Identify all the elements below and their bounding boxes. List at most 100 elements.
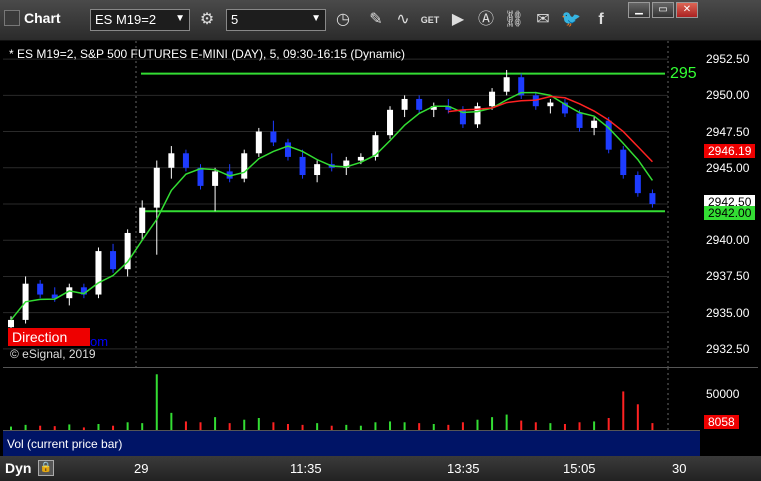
- volume-label: Vol (current price bar): [7, 437, 123, 451]
- candle-body: [182, 153, 189, 168]
- candle-body: [284, 142, 291, 157]
- level-price-tag: 2942.00: [704, 206, 756, 221]
- level-line-label: 295: [670, 65, 697, 82]
- minimize-button[interactable]: ▁: [628, 2, 650, 18]
- candle-body: [314, 164, 321, 176]
- get-icon[interactable]: GET: [419, 9, 441, 31]
- y-tick: 2937.50: [706, 269, 750, 284]
- volume-label-bar: Vol (current price bar): [3, 430, 700, 457]
- volume-bar: [228, 423, 231, 430]
- y-tick: 2932.50: [706, 341, 750, 356]
- chart-header: * ES M19=2, S&P 500 FUTURES E-MINI (DAY)…: [9, 47, 406, 61]
- candle-body: [489, 91, 496, 107]
- gear-icon[interactable]: ⚙: [196, 9, 218, 31]
- copyright: © eSignal, 2019: [10, 347, 96, 361]
- chevron-down-icon[interactable]: ▼: [175, 13, 185, 24]
- y-tick: 2935.00: [706, 305, 750, 320]
- candle-body: [576, 113, 583, 128]
- y-tick: 2947.50: [706, 124, 750, 139]
- logo: Direction: [8, 328, 90, 346]
- candle-body: [168, 153, 175, 168]
- candle-body: [547, 102, 554, 107]
- maximize-button[interactable]: ▭: [652, 2, 674, 18]
- volume-bar: [126, 422, 129, 430]
- toolbar: Chart ES M19=2 ▼ ⚙ 5 ▼ ◷ ✎ ∿ GET ▶ Ⓐ ⛓ ✉…: [0, 0, 761, 41]
- volume-bar: [272, 422, 275, 430]
- volume-bar: [491, 417, 494, 430]
- volume-canvas: [10, 368, 669, 430]
- volume-bar: [520, 420, 523, 430]
- symbol-value: ES M19=2: [95, 12, 157, 27]
- volume-bar: [505, 414, 508, 430]
- candle-body: [212, 171, 219, 186]
- candle-body: [503, 77, 510, 92]
- x-tick: 13:35: [447, 461, 480, 476]
- y-tick: 2945.00: [706, 160, 750, 175]
- symbol-input[interactable]: ES M19=2 ▼: [90, 9, 190, 31]
- pencil-icon[interactable]: ✎: [365, 9, 387, 31]
- y-tick: 2950.00: [706, 88, 750, 103]
- play-icon[interactable]: ▶: [447, 9, 469, 31]
- volume-pane[interactable]: 50000 8058: [3, 367, 758, 430]
- candle-body: [241, 153, 248, 179]
- volume-bar: [403, 422, 406, 430]
- candle-body: [416, 98, 423, 110]
- facebook-icon[interactable]: f: [590, 9, 612, 31]
- volume-bar: [476, 419, 479, 430]
- lock-icon[interactable]: 🔒: [38, 460, 54, 476]
- comment-icon[interactable]: ✉: [532, 9, 554, 31]
- y-tick: 2952.50: [706, 52, 750, 67]
- volume-bar: [461, 422, 464, 430]
- dyn-label[interactable]: Dyn: [5, 460, 31, 476]
- candle-body: [649, 193, 656, 204]
- volume-y-tick: 50000: [706, 387, 740, 401]
- app-title[interactable]: Chart: [4, 10, 61, 26]
- candle-body: [401, 98, 408, 110]
- volume-bar: [607, 418, 610, 430]
- volume-bar: [141, 423, 144, 430]
- price-chart[interactable]: * ES M19=2, S&P 500 FUTURES E-MINI (DAY)…: [3, 41, 758, 367]
- volume-bar: [214, 417, 217, 430]
- volume-bar: [418, 423, 421, 430]
- volume-bar: [184, 421, 187, 430]
- close-button[interactable]: ✕: [676, 2, 698, 18]
- app-title-label: Chart: [24, 10, 61, 26]
- twitter-icon[interactable]: 🐦: [560, 9, 582, 31]
- candle-body: [620, 149, 627, 176]
- volume-bar: [636, 404, 639, 430]
- candle-body: [605, 120, 612, 150]
- curve-icon[interactable]: ∿: [392, 9, 414, 31]
- volume-bar: [549, 423, 552, 430]
- window-menu-icon[interactable]: [4, 10, 20, 26]
- red-ma-price-tag: 2946.19: [704, 143, 756, 158]
- volume-bar: [389, 421, 392, 430]
- volume-bar: [651, 423, 654, 430]
- link-icon[interactable]: ⛓: [503, 9, 525, 31]
- candle-body: [110, 251, 117, 270]
- volume-bar: [199, 422, 202, 430]
- chart-canvas: [3, 41, 669, 367]
- candle-body: [37, 283, 44, 295]
- volume-bar: [578, 422, 581, 430]
- alert-icon[interactable]: Ⓐ: [475, 9, 497, 31]
- interval-input[interactable]: 5 ▼: [226, 9, 326, 31]
- time-axis[interactable]: Dyn 🔒 29 11:35 13:35 15:05 30: [0, 456, 761, 481]
- candle-body: [357, 156, 364, 161]
- green-moving-average: [10, 91, 654, 321]
- volume-bar: [374, 422, 377, 430]
- candle-body: [153, 167, 160, 208]
- x-tick: 30: [672, 461, 687, 476]
- volume-bar: [155, 374, 158, 430]
- clock-icon[interactable]: ◷: [332, 9, 354, 31]
- candle-body: [270, 131, 277, 143]
- y-tick: 2940.00: [706, 233, 750, 248]
- volume-bar: [593, 421, 596, 430]
- candle-body: [8, 319, 14, 328]
- volume-value-tag: 8058: [704, 415, 739, 429]
- volume-bar: [257, 418, 260, 430]
- candle-body: [95, 251, 102, 295]
- candle-body: [255, 131, 262, 154]
- volume-bar: [243, 419, 246, 430]
- chevron-down-icon[interactable]: ▼: [311, 13, 321, 24]
- x-tick: 29: [134, 461, 149, 476]
